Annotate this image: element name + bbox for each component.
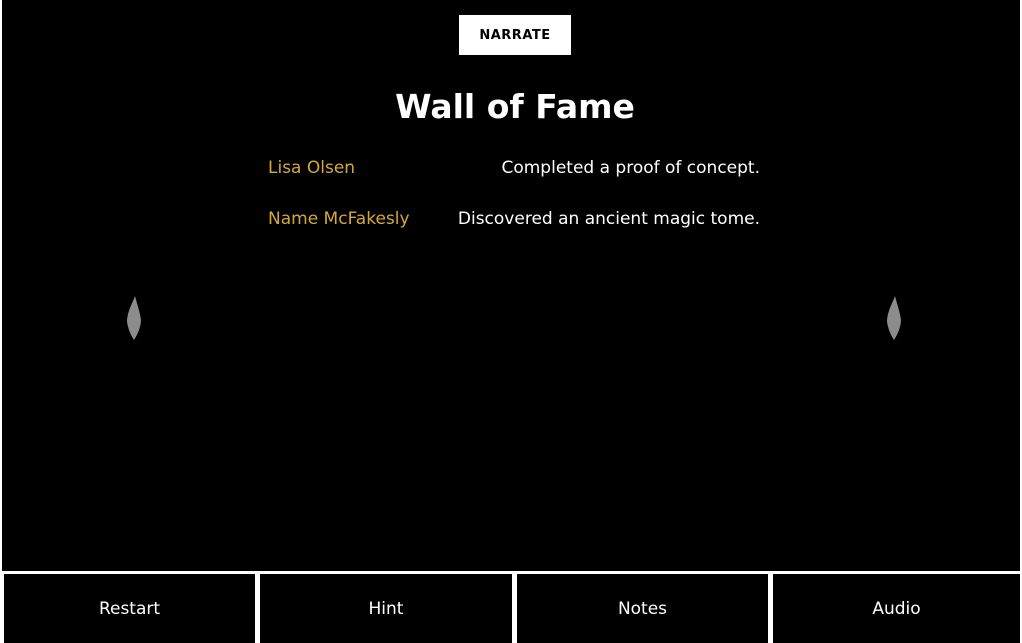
fame-achievement: Discovered an ancient magic tome. — [457, 209, 760, 229]
torch-flame-icon — [887, 296, 901, 340]
notes-button[interactable]: Notes — [517, 574, 768, 643]
list-item: Name McFakesly Discovered an ancient mag… — [268, 206, 760, 257]
narrate-button[interactable]: NARRATE — [459, 15, 571, 55]
fame-name: Name McFakesly — [268, 209, 410, 229]
audio-button[interactable]: Audio — [773, 574, 1020, 643]
page-title: Wall of Fame — [395, 87, 635, 126]
fame-name: Lisa Olsen — [268, 158, 356, 178]
list-item: Lisa Olsen Completed a proof of concept. — [268, 155, 760, 206]
torch-flame-icon — [127, 296, 141, 340]
game-stage: NARRATE Wall of Fame Lisa Olsen Complete… — [2, 0, 1020, 571]
hint-button[interactable]: Hint — [260, 574, 512, 643]
restart-button[interactable]: Restart — [4, 574, 255, 643]
wall-of-fame-list: Lisa Olsen Completed a proof of concept.… — [268, 155, 760, 257]
bottom-toolbar: Restart Hint Notes Audio — [0, 571, 1022, 643]
fame-achievement: Completed a proof of concept. — [501, 158, 760, 178]
